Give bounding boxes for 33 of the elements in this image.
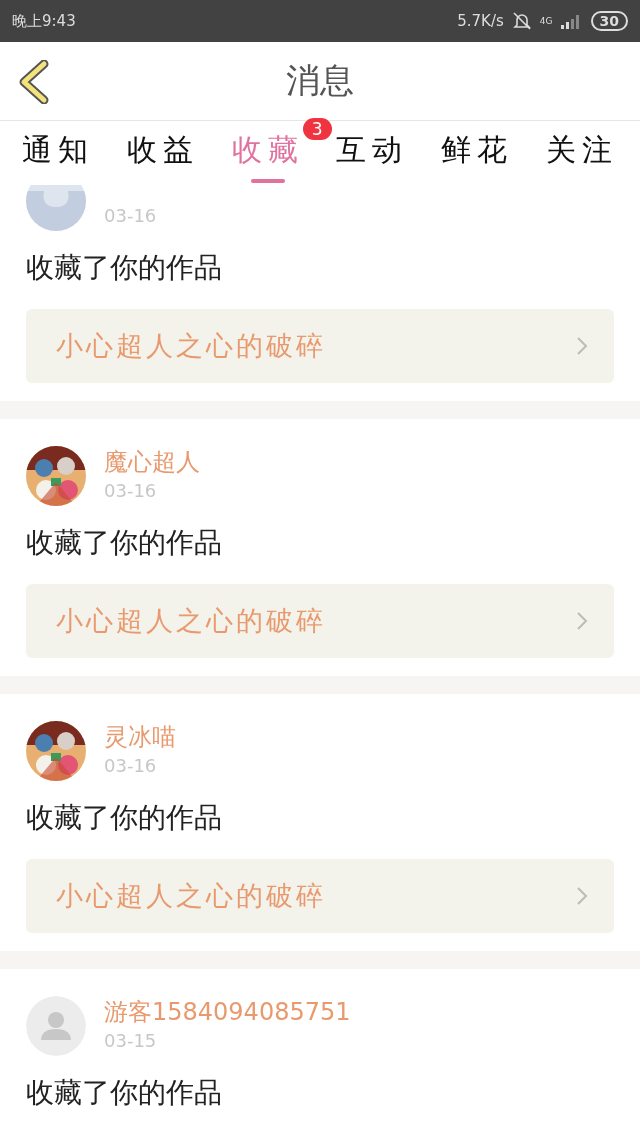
user-name[interactable]: 魔心超人 — [104, 446, 200, 476]
user-name[interactable]: 灵冰喵 — [104, 721, 176, 751]
work-link[interactable]: 小心超人之心的破碎 — [26, 309, 614, 383]
date-text: 03-16 — [104, 205, 157, 226]
user-silhouette-icon — [26, 185, 86, 231]
back-icon[interactable] — [18, 60, 50, 104]
battery-indicator: 30 — [590, 11, 628, 31]
date-text: 03-16 — [104, 755, 158, 776]
chevron-icon — [576, 886, 588, 906]
muted-bell-icon — [511, 11, 532, 31]
action-text: 收藏了你的作品 — [26, 250, 223, 286]
user-name[interactable]: 游客1584094085751 — [104, 996, 351, 1026]
action-text: 收藏了你的作品 — [26, 1075, 223, 1111]
network-speed: 5.7K/s — [457, 12, 504, 30]
network-type: 4G — [539, 16, 553, 26]
clock-time: 晚上9:43 — [12, 11, 76, 31]
tab[interactable]: 互动 — [336, 121, 409, 185]
tab[interactable]: 通知 — [22, 121, 95, 185]
action-text: 收藏了你的作品 — [26, 525, 223, 561]
tab[interactable]: 关注 — [545, 121, 618, 185]
chevron-icon — [576, 336, 588, 356]
date-text: 03-16 — [104, 480, 158, 501]
page-title: 消息 — [286, 59, 354, 102]
tab[interactable]: 收益 — [127, 121, 199, 185]
user-silhouette-icon — [26, 996, 86, 1056]
date-text: 03-15 — [104, 1030, 158, 1051]
tab[interactable]: 收藏 — [231, 121, 304, 185]
work-link[interactable]: 小心超人之心的破碎 — [26, 859, 614, 933]
chevron-icon — [576, 611, 588, 631]
count-badge: 3 — [302, 117, 332, 140]
work-link[interactable]: 小心超人之心的破碎 — [26, 584, 614, 658]
tab[interactable]: 鲜花 — [440, 121, 513, 185]
action-text: 收藏了你的作品 — [26, 800, 223, 836]
